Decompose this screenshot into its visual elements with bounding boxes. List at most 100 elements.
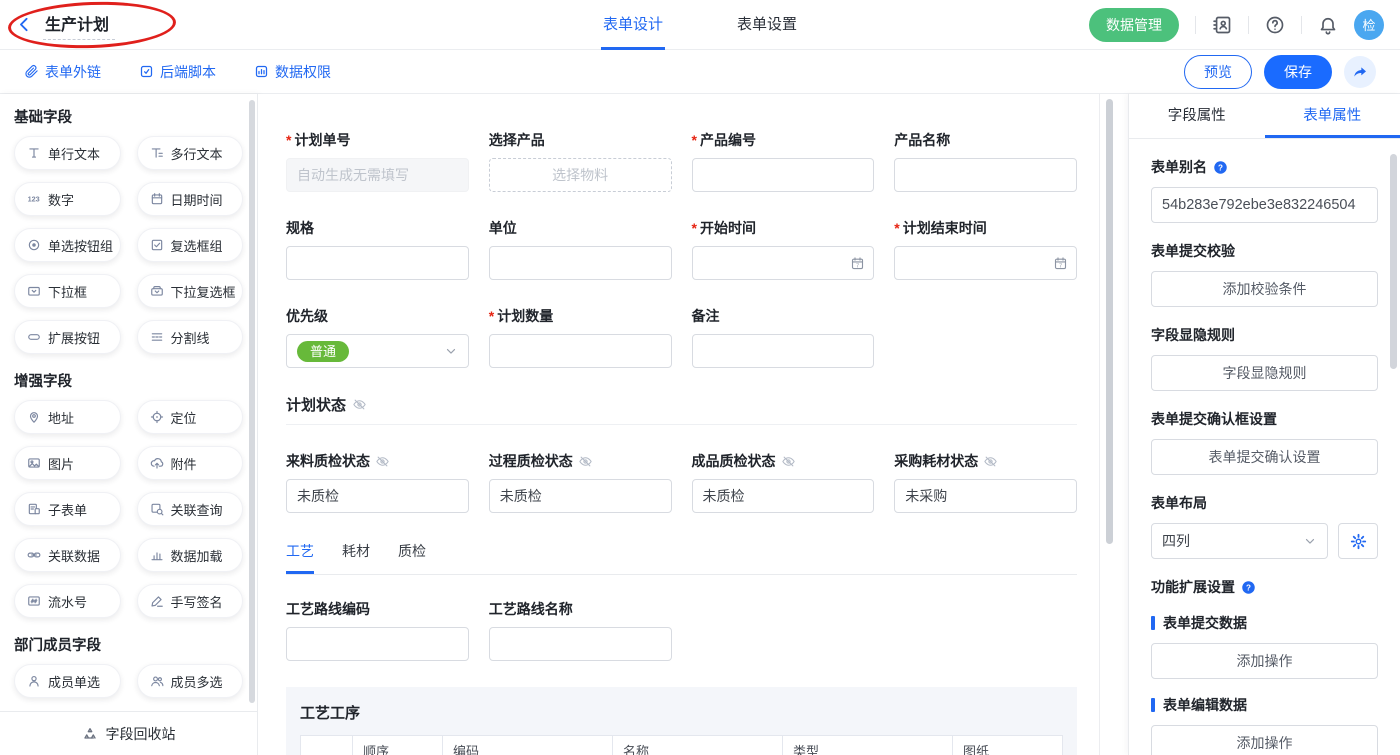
data-manage-button[interactable]: 数据管理: [1089, 8, 1179, 42]
field-type-pill[interactable]: 下拉复选框: [137, 274, 244, 308]
svg-text:?: ?: [1246, 583, 1251, 592]
product-name-input[interactable]: [894, 158, 1077, 192]
subtab-quality[interactable]: 质检: [398, 541, 426, 574]
priority-select[interactable]: 普通: [286, 334, 469, 368]
field-type-pill[interactable]: 地址: [14, 400, 121, 434]
field-type-pill[interactable]: 子表单: [14, 492, 121, 526]
notification-bell-icon[interactable]: [1318, 15, 1338, 35]
preview-button[interactable]: 预览: [1184, 55, 1252, 89]
form-row-1: *计划单号 自动生成无需填写 选择产品 选择物料 *产品编号 产品名称: [286, 130, 1077, 192]
finished-qc-input[interactable]: 未质检: [692, 479, 875, 513]
field-type-pill[interactable]: 分割线: [137, 320, 244, 354]
basic-fields-grid: 单行文本 多行文本 123数字日期时间单选按钮组 复选框组下拉框 下拉复选框扩展按钮分割…: [14, 136, 243, 354]
field-type-label: 多行文本: [171, 144, 223, 163]
save-button[interactable]: 保存: [1264, 55, 1332, 89]
field-type-label: 成员单选: [48, 672, 100, 691]
divider: [1248, 16, 1249, 34]
incoming-qc-input[interactable]: 未质检: [286, 479, 469, 513]
add-submit-action-button[interactable]: 添加操作: [1151, 643, 1378, 679]
unit-input[interactable]: [489, 246, 672, 280]
subtab-consumables[interactable]: 耗材: [342, 541, 370, 574]
eye-off-icon[interactable]: [375, 454, 390, 469]
field-type-pill[interactable]: 定位: [137, 400, 244, 434]
field-type-pill[interactable]: 数据加载: [137, 538, 244, 572]
props-scrollbar[interactable]: [1390, 154, 1397, 369]
add-edit-action-button[interactable]: 添加操作: [1151, 725, 1378, 755]
field-type-pill[interactable]: 扩展按钮: [14, 320, 121, 354]
relation-data-icon: [27, 548, 41, 562]
remark-input[interactable]: [692, 334, 875, 368]
process-qc-input[interactable]: 未质检: [489, 479, 672, 513]
field-type-pill[interactable]: 单选按钮组: [14, 228, 121, 262]
divider: [1301, 16, 1302, 34]
field-visibility-label: 字段显隐规则: [1151, 325, 1378, 345]
field-type-pill[interactable]: 复选框组: [137, 228, 244, 262]
field-type-pill[interactable]: 123数字: [14, 182, 121, 216]
help-icon[interactable]: ?: [1213, 160, 1228, 175]
field-type-label: 下拉复选框: [171, 282, 236, 301]
layout-settings-button[interactable]: [1338, 523, 1378, 559]
required-asterisk: *: [894, 220, 899, 236]
field-type-pill[interactable]: 成员单选: [14, 664, 121, 698]
field-type-pill[interactable]: 关联数据: [14, 538, 121, 572]
field-type-pill[interactable]: 图片: [14, 446, 121, 480]
share-button[interactable]: [1344, 56, 1376, 88]
submit-confirm-button[interactable]: 表单提交确认设置: [1151, 439, 1378, 475]
field-type-label: 单选按钮组: [48, 236, 113, 255]
tab-form-settings[interactable]: 表单设置: [735, 0, 799, 50]
contacts-icon[interactable]: [1212, 15, 1232, 35]
field-visibility-button[interactable]: 字段显隐规则: [1151, 355, 1378, 391]
avatar[interactable]: 检: [1354, 10, 1384, 40]
start-time-input[interactable]: 7: [692, 246, 875, 280]
tab-form-design[interactable]: 表单设计: [601, 0, 665, 50]
add-validation-button[interactable]: 添加校验条件: [1151, 271, 1378, 307]
field-type-pill[interactable]: 附件: [137, 446, 244, 480]
required-asterisk: *: [286, 132, 291, 148]
field-recycle-bin[interactable]: 字段回收站: [0, 711, 257, 755]
plan-quantity-input[interactable]: [489, 334, 672, 368]
field-type-pill[interactable]: 日期时间: [137, 182, 244, 216]
properties-panel: 字段属性 表单属性 表单别名 ? 表单提交校验 添加校验条件 字段显隐规则 字段…: [1128, 94, 1400, 755]
product-code-input[interactable]: [692, 158, 875, 192]
field-type-pill[interactable]: 流水号: [14, 584, 121, 618]
help-icon[interactable]: ?: [1241, 580, 1256, 595]
field-type-pill[interactable]: 单行文本: [14, 136, 121, 170]
calendar-icon: 7: [1053, 256, 1068, 271]
select-material-picker[interactable]: 选择物料: [489, 158, 672, 192]
plan-number-input[interactable]: 自动生成无需填写: [286, 158, 469, 192]
route-code-input[interactable]: [286, 627, 469, 661]
help-icon[interactable]: [1265, 15, 1285, 35]
tab-form-properties[interactable]: 表单属性: [1265, 94, 1400, 138]
spec-input[interactable]: [286, 246, 469, 280]
eye-off-icon[interactable]: [781, 454, 796, 469]
back-icon[interactable]: [16, 16, 33, 33]
field-type-pill[interactable]: 关联查询: [137, 492, 244, 526]
accent-bar: [1151, 698, 1155, 712]
sidebar-scrollbar[interactable]: [249, 100, 255, 703]
field-type-pill[interactable]: 多行文本: [137, 136, 244, 170]
backend-script-button[interactable]: 后端脚本: [139, 62, 216, 82]
subtab-process[interactable]: 工艺: [286, 541, 314, 574]
route-name-input[interactable]: [489, 627, 672, 661]
form-alias-input[interactable]: [1151, 187, 1378, 223]
end-time-input[interactable]: 7: [894, 246, 1077, 280]
field-type-pill[interactable]: 成员多选: [137, 664, 244, 698]
data-permission-button[interactable]: 数据权限: [254, 62, 331, 82]
eye-off-icon[interactable]: [578, 454, 593, 469]
field-label: 采购耗材状态: [894, 451, 978, 471]
priority-tag: 普通: [297, 341, 349, 362]
field-spec: 规格: [286, 218, 469, 280]
field-type-pill[interactable]: 下拉框: [14, 274, 121, 308]
field-route-code: 工艺路线编码: [286, 599, 469, 661]
tab-field-properties[interactable]: 字段属性: [1129, 94, 1265, 138]
external-link-button[interactable]: 表单外链: [24, 62, 101, 82]
required-asterisk: *: [692, 132, 697, 148]
eye-off-icon[interactable]: [352, 397, 367, 412]
page-title[interactable]: 生产计划: [43, 9, 115, 40]
purchase-status-input[interactable]: 未采购: [894, 479, 1077, 513]
field-plan-number: *计划单号 自动生成无需填写: [286, 130, 469, 192]
field-type-pill[interactable]: 手写签名: [137, 584, 244, 618]
eye-off-icon[interactable]: [983, 454, 998, 469]
layout-select[interactable]: 四列: [1151, 523, 1328, 559]
canvas-scrollbar[interactable]: [1106, 99, 1113, 544]
